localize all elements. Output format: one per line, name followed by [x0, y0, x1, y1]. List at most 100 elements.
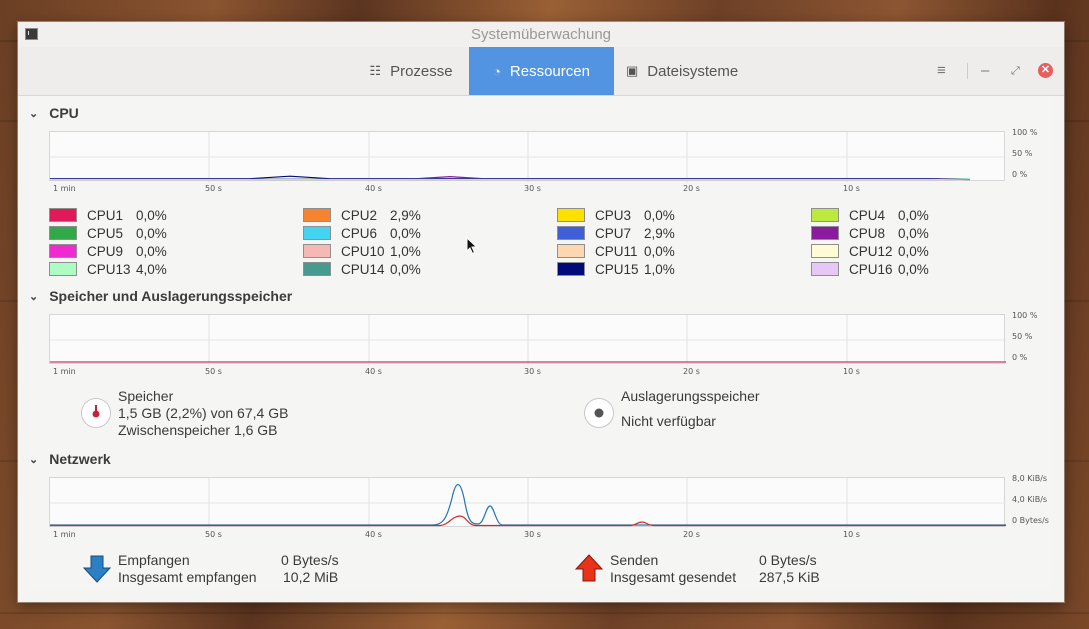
cpu-name: CPU16 [849, 261, 893, 277]
cpu-name: CPU10 [341, 243, 385, 259]
cpu-value: 0,0% [390, 225, 421, 241]
color-swatch[interactable] [557, 262, 585, 276]
header-bar: ☷ Prozesse ◔ Ressourcen ▣ Dateisysteme ≡… [18, 47, 1064, 96]
title-bar[interactable]: Systemüberwachung [18, 22, 1064, 48]
cpu-name: CPU2 [341, 207, 378, 223]
cpu-series-line [50, 178, 971, 181]
app-icon [25, 28, 38, 40]
cpu-value: 0,0% [136, 243, 167, 259]
color-swatch[interactable] [811, 226, 839, 240]
tab-processes[interactable]: ☷ Prozesse [336, 47, 486, 95]
maximize-button[interactable]: ⤢ [1011, 63, 1020, 79]
chevron-down-icon: ⌄ [29, 290, 39, 303]
tab-label: Prozesse [390, 62, 453, 80]
memory-pie-icon[interactable] [81, 398, 111, 428]
cpu-legend-item: CPU13 4,0% [49, 261, 167, 277]
network-section-header[interactable]: ⌄ Netzwerk [29, 450, 111, 468]
graph-canvas [50, 132, 1006, 182]
cache-value: Zwischenspeicher 1,6 GB [118, 422, 278, 438]
section-title: Netzwerk [49, 451, 111, 467]
tab-file-systems[interactable]: ▣ Dateisysteme [614, 47, 764, 95]
cpu-value: 0,0% [136, 207, 167, 223]
cpu-legend-item: CPU1 0,0% [49, 207, 167, 223]
cpu-value: 0,0% [898, 225, 929, 241]
menu-icon[interactable]: ≡ [937, 63, 946, 79]
y-tick-label: 0 % [1012, 170, 1028, 179]
cpu-legend-item: CPU15 1,0% [557, 261, 675, 277]
cpu-value: 0,0% [898, 243, 929, 259]
x-tick-label: 40 s [365, 530, 382, 539]
sent-total-label: Insgesamt gesendet [610, 569, 737, 585]
color-swatch[interactable] [811, 244, 839, 258]
cpu-legend-item: CPU9 0,0% [49, 243, 167, 259]
x-tick-label: 40 s [365, 367, 382, 376]
cpu-value: 1,0% [644, 261, 675, 277]
color-swatch[interactable] [303, 244, 331, 258]
gauge-icon: ◔ [493, 63, 501, 79]
cpu-name: CPU3 [595, 207, 632, 223]
color-swatch[interactable] [811, 208, 839, 222]
color-swatch[interactable] [303, 226, 331, 240]
color-swatch[interactable] [303, 208, 331, 222]
chevron-down-icon: ⌄ [29, 453, 39, 466]
color-swatch[interactable] [811, 262, 839, 276]
close-button[interactable]: ✕ [1038, 63, 1053, 78]
network-graph: 1 min 50 s 40 s 30 s 20 s 10 s 8,0 KiB/s 4,0 Ki… [49, 474, 1049, 539]
x-tick-label: 50 s [205, 367, 222, 376]
cpu-value: 0,0% [644, 207, 675, 223]
color-swatch[interactable] [49, 208, 77, 222]
color-swatch[interactable] [49, 226, 77, 240]
list-icon: ☷ [369, 63, 382, 78]
cpu-legend-item: CPU4 0,0% [811, 207, 929, 223]
system-monitor-window: Systemüberwachung ☷ Prozesse ◔ Ressource… [18, 22, 1064, 602]
cpu-legend-item: CPU7 2,9% [557, 225, 675, 241]
x-tick-label: 40 s [365, 184, 382, 193]
memory-section-header[interactable]: ⌄ Speicher und Auslagerungsspeicher [29, 287, 292, 305]
resources-panel: ⌄ CPU 1 min 50 s 40 s 30 s 20 s 10 s 100 % 50 %… [29, 96, 1053, 590]
cpu-value: 1,0% [390, 243, 421, 259]
memory-graph: 1 min 50 s 40 s 30 s 20 s 10 s 100 % 50 % 0 % [49, 311, 1037, 376]
cpu-name: CPU7 [595, 225, 632, 241]
cpu-legend-item: CPU6 0,0% [303, 225, 421, 241]
color-swatch[interactable] [49, 244, 77, 258]
color-swatch[interactable] [49, 262, 77, 276]
mouse-cursor-icon [466, 237, 478, 255]
graph-canvas [50, 315, 1006, 365]
y-tick-label: 100 % [1012, 128, 1038, 137]
cpu-value: 0,0% [390, 261, 421, 277]
color-swatch[interactable] [557, 208, 585, 222]
memory-label: Speicher [118, 388, 174, 404]
cpu-value: 0,0% [136, 225, 167, 241]
cpu-name: CPU6 [341, 225, 378, 241]
color-swatch[interactable] [303, 262, 331, 276]
x-tick-label: 20 s [683, 367, 700, 376]
y-tick-label: 8,0 KiB/s [1012, 474, 1048, 483]
cpu-legend-item: CPU3 0,0% [557, 207, 675, 223]
tab-resources[interactable]: ◔ Ressourcen [469, 47, 614, 95]
x-tick-label: 50 s [205, 530, 222, 539]
tab-label: Ressourcen [509, 62, 590, 80]
x-tick-label: 50 s [205, 184, 222, 193]
cpu-section-header[interactable]: ⌄ CPU [29, 104, 79, 122]
cpu-graph: 1 min 50 s 40 s 30 s 20 s 10 s 100 % 50 % 0 % [49, 128, 1037, 193]
cpu-name: CPU4 [849, 207, 886, 223]
cpu-name: CPU14 [341, 261, 385, 277]
cpu-legend-item: CPU10 1,0% [303, 243, 421, 259]
sent-rate: 0 Bytes/s [759, 552, 817, 568]
color-swatch[interactable] [557, 226, 585, 240]
x-tick-label: 30 s [524, 530, 541, 539]
swap-pie-icon[interactable] [584, 398, 614, 428]
received-total: 10,2 MiB [283, 569, 339, 585]
tab-label: Dateisysteme [647, 62, 739, 80]
cpu-legend-item: CPU2 2,9% [303, 207, 421, 223]
received-total-label: Insgesamt empfangen [118, 569, 257, 585]
cpu-name: CPU1 [87, 207, 124, 223]
color-swatch[interactable] [557, 244, 585, 258]
graph-canvas [50, 478, 1006, 528]
cpu-legend-item: CPU16 0,0% [811, 261, 929, 277]
x-tick-label: 30 s [524, 184, 541, 193]
y-tick-label: 50 % [1012, 332, 1033, 341]
minimize-button[interactable]: – [981, 63, 989, 79]
window-title: Systemüberwachung [470, 26, 612, 43]
received-label: Empfangen [118, 552, 190, 568]
